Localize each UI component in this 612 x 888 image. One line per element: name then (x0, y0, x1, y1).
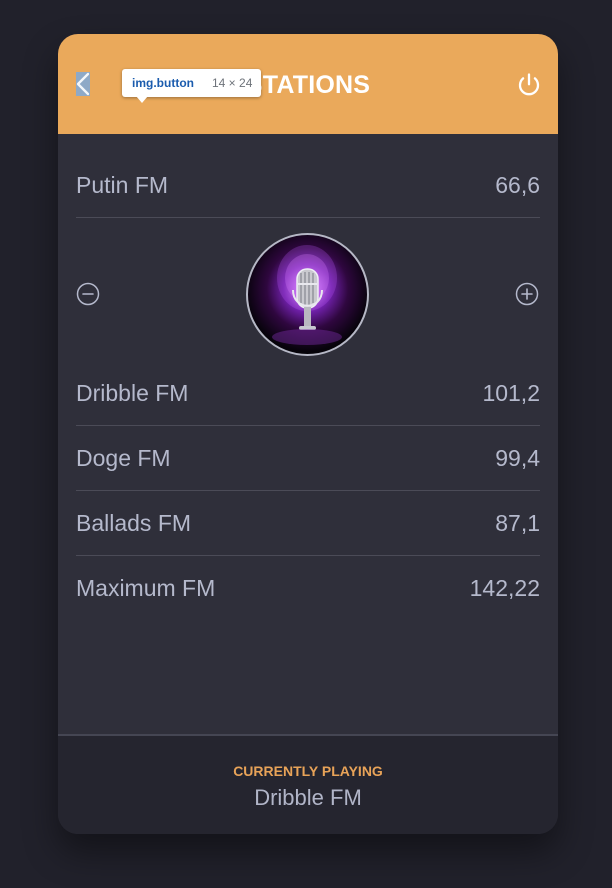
station-name: Putin FM (76, 172, 169, 198)
minus-circle-icon (76, 282, 100, 306)
station-name: Ballads FM (76, 510, 192, 536)
tooltip-element-type: img (132, 76, 154, 90)
station-row[interactable]: Maximum FM 142,22 (76, 556, 540, 621)
station-name: Dribble FM (76, 380, 189, 406)
power-icon (518, 73, 540, 96)
station-artwork (246, 233, 369, 356)
plus-button[interactable] (515, 282, 539, 306)
station-frequency: 66,6 (495, 172, 540, 198)
radio-player-card: STATIONS img.button 14 × 24 Putin FM 66,… (58, 34, 558, 834)
station-frequency: 101,2 (482, 380, 540, 406)
plus-circle-icon (515, 282, 539, 306)
tooltip-dimensions: 14 × 24 (212, 76, 253, 90)
currently-playing-label: CURRENTLY PLAYING (233, 763, 383, 779)
station-row[interactable]: Doge FM 99,4 (76, 426, 540, 491)
power-button[interactable] (516, 72, 542, 98)
station-row[interactable]: Ballads FM 87,1 (76, 491, 540, 556)
player-controls (58, 232, 558, 358)
station-frequency: 142,22 (469, 575, 540, 601)
devtools-tooltip: img.button 14 × 24 (122, 69, 261, 103)
tooltip-element-class: .button (153, 76, 194, 90)
station-row[interactable]: Dribble FM 101,2 (76, 361, 540, 426)
microphone-icon (272, 245, 342, 345)
station-name: Maximum FM (76, 575, 216, 601)
tooltip-element-name: img.button (132, 69, 194, 97)
station-frequency: 99,4 (495, 445, 540, 471)
station-row[interactable]: Putin FM 66,6 (76, 153, 540, 218)
currently-playing-footer: CURRENTLY PLAYING Dribble FM (58, 734, 558, 834)
station-frequency: 87,1 (495, 510, 540, 536)
minus-button[interactable] (76, 282, 100, 306)
station-name: Doge FM (76, 445, 171, 471)
currently-playing-station: Dribble FM (254, 785, 362, 810)
